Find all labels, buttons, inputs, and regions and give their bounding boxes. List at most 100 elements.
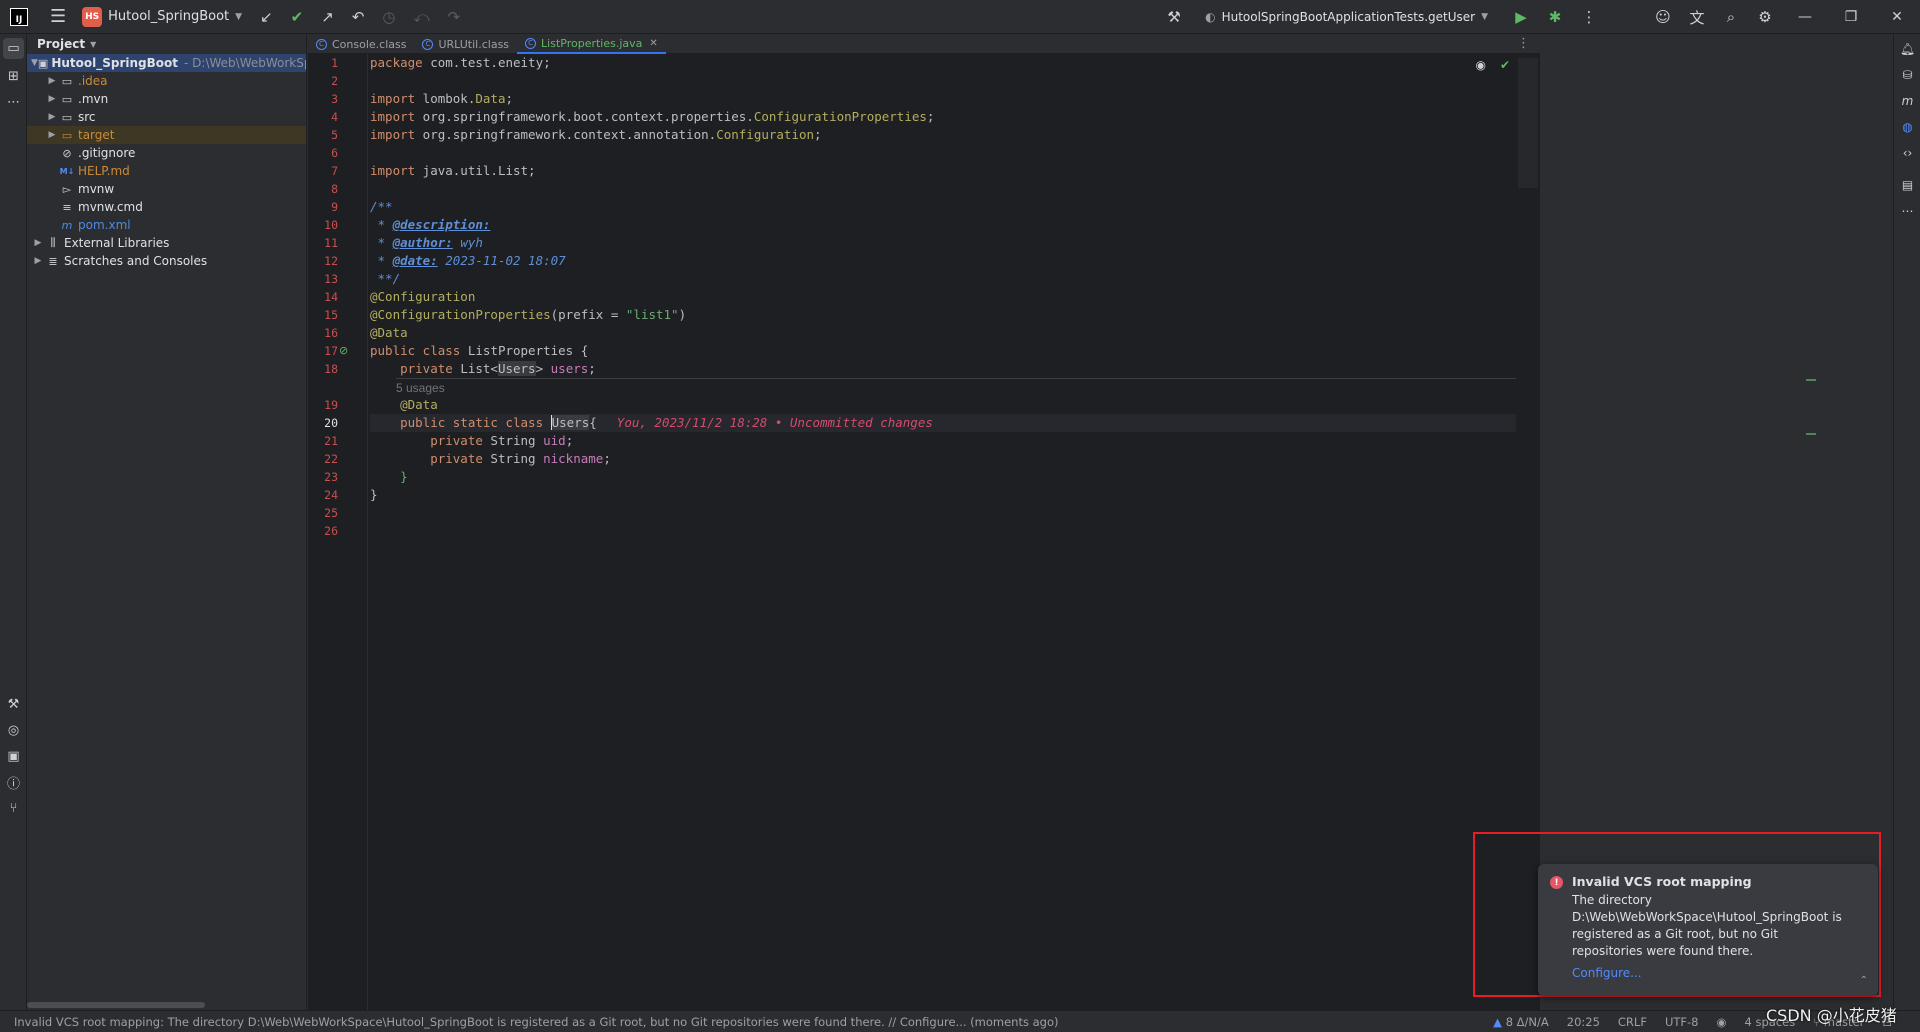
chevron-up-icon[interactable]: ⌃ xyxy=(1860,975,1868,986)
line-number[interactable]: 6 xyxy=(308,144,338,162)
more-horizontal-icon[interactable]: ⋯ xyxy=(1897,200,1918,221)
run-icon[interactable]: ▶ xyxy=(1504,8,1538,26)
tree-item-scratches[interactable]: ▶ ≣ Scratches and Consoles xyxy=(27,252,306,270)
close-icon[interactable]: ✕ xyxy=(1874,9,1920,25)
git-branch-icon[interactable]: ⑂ xyxy=(3,798,24,819)
chevron-right-icon[interactable]: ▶ xyxy=(45,76,59,86)
line-number[interactable]: 3 xyxy=(308,90,338,108)
more-horizontal-icon[interactable]: ⋯ xyxy=(3,92,24,113)
structure-icon[interactable]: ⊞ xyxy=(3,66,24,87)
problems-icon[interactable]: ⓘ xyxy=(3,772,24,793)
chevron-right-icon[interactable]: ▶ xyxy=(31,256,45,266)
line-number[interactable]: 7 xyxy=(308,162,338,180)
build-hammer-icon[interactable]: ⚒ xyxy=(1157,8,1191,26)
chevron-down-icon[interactable]: ▼ xyxy=(31,58,38,68)
tree-item-src[interactable]: ▶ ▭ src xyxy=(27,108,306,126)
line-number[interactable]: 23 xyxy=(308,468,338,486)
close-tab-icon[interactable]: ✕ xyxy=(649,38,657,49)
code-brackets-icon[interactable]: ‹› xyxy=(1897,142,1918,163)
chevron-right-icon[interactable]: ▶ xyxy=(31,238,45,248)
build-icon[interactable]: ⚒ xyxy=(3,694,24,715)
redo-icon[interactable]: ↷ xyxy=(448,8,461,26)
line-number[interactable]: 12 xyxy=(308,252,338,270)
usages-hint[interactable]: 5 usages xyxy=(396,378,1516,396)
maven-icon[interactable]: m xyxy=(1897,90,1918,111)
tree-item-mvn[interactable]: ▶ ▭ .mvn xyxy=(27,90,306,108)
vcs-commit-icon[interactable]: ✔ xyxy=(291,8,304,26)
line-number[interactable]: 19 xyxy=(308,396,338,414)
line-number[interactable]: 2 xyxy=(308,72,338,90)
rollback-icon[interactable]: ⤺ xyxy=(413,8,429,26)
tab-listproperties-java[interactable]: C ListProperties.java ✕ xyxy=(517,34,666,54)
line-number[interactable]: 16 xyxy=(308,324,338,342)
horizontal-scrollbar[interactable] xyxy=(27,1002,205,1008)
terminal-icon[interactable]: ▣ xyxy=(3,746,24,767)
vcs-update-icon[interactable]: ↙ xyxy=(260,8,273,26)
line-number[interactable]: 8 xyxy=(308,180,338,198)
gradle-elephant-icon[interactable]: ◍ xyxy=(1897,116,1918,137)
line-number[interactable]: 24 xyxy=(308,486,338,504)
line-number[interactable]: 9 xyxy=(308,198,338,216)
project-folder-icon[interactable]: ▭ xyxy=(3,38,24,59)
debug-icon[interactable]: ✱ xyxy=(1538,8,1572,26)
tab-urlutil-class[interactable]: C URLUtil.class xyxy=(414,34,517,54)
database-icon[interactable]: ⛁ xyxy=(1897,64,1918,85)
run-config-selector[interactable]: ◐ HutoolSpringBootApplicationTests.getUs… xyxy=(1205,10,1488,24)
user-icon[interactable]: ☺ xyxy=(1646,8,1680,26)
tree-item-help-md[interactable]: M↓ HELP.md xyxy=(27,162,306,180)
line-number[interactable]: 5 xyxy=(308,126,338,144)
hamburger-menu-icon[interactable]: ☰ xyxy=(50,6,66,27)
tree-item-root[interactable]: ▼ ▣ Hutool_SpringBoot - D:\Web\WebWorkSp… xyxy=(27,54,306,72)
line-number[interactable]: 26 xyxy=(308,522,338,540)
tree-item-idea[interactable]: ▶ ▭ .idea xyxy=(27,72,306,90)
inspection-ok-icon[interactable]: ✔ xyxy=(1500,58,1510,72)
ai-assistant-icon[interactable]: ▤ xyxy=(1897,174,1918,195)
minimize-icon[interactable]: — xyxy=(1782,9,1828,25)
notifications-bell-icon[interactable]: 🔔︎ xyxy=(1897,38,1918,59)
more-vertical-icon[interactable]: ⋮ xyxy=(1572,8,1606,26)
vcs-push-icon[interactable]: ↗ xyxy=(321,8,334,26)
configure-link[interactable]: Configure... xyxy=(1572,966,1866,980)
reader-mode-eye-icon[interactable]: ◉ xyxy=(1476,58,1486,72)
line-number[interactable]: 18 xyxy=(308,360,338,378)
tree-item-target[interactable]: ▶ ▭ target xyxy=(27,126,306,144)
class-run-marker-icon[interactable]: ⊘ xyxy=(339,344,351,357)
line-number[interactable]: 10 xyxy=(308,216,338,234)
caret-position[interactable]: 20:25 xyxy=(1567,1015,1600,1029)
file-encoding[interactable]: UTF-8 xyxy=(1665,1015,1699,1029)
tab-console-class[interactable]: C Console.class xyxy=(308,34,414,54)
tree-item-mvnw-cmd[interactable]: ≡ mvnw.cmd xyxy=(27,198,306,216)
undo-icon[interactable]: ↶ xyxy=(352,8,365,26)
line-number[interactable]: 22 xyxy=(308,450,338,468)
chevron-right-icon[interactable]: ▶ xyxy=(45,112,59,122)
line-number[interactable]: 20 xyxy=(308,414,338,432)
history-icon[interactable]: ◷ xyxy=(382,8,395,26)
line-number[interactable]: 21 xyxy=(308,432,338,450)
project-selector[interactable]: HS Hutool_SpringBoot ▼ xyxy=(82,6,242,27)
line-number[interactable]: 25 xyxy=(308,504,338,522)
tree-item-mvnw[interactable]: ▻ mvnw xyxy=(27,180,306,198)
line-number[interactable]: 15 xyxy=(308,306,338,324)
chevron-right-icon[interactable]: ▶ xyxy=(45,94,59,104)
project-panel-header[interactable]: Project ▼ xyxy=(27,34,306,54)
chevron-right-icon[interactable]: ▶ xyxy=(45,130,59,140)
tree-item-external-libraries[interactable]: ▶ ⫼ External Libraries xyxy=(27,234,306,252)
search-icon[interactable]: ⌕ xyxy=(1714,8,1748,26)
line-number[interactable]: 13 xyxy=(308,270,338,288)
intellij-logo-icon[interactable]: IJ xyxy=(10,7,28,26)
notification-balloon[interactable]: ! Invalid VCS root mapping The directory… xyxy=(1538,864,1878,996)
settings-gear-icon[interactable]: ⚙ xyxy=(1748,8,1782,26)
readonly-eye-icon[interactable]: ◉ xyxy=(1716,1015,1726,1029)
line-number[interactable]: 4 xyxy=(308,108,338,126)
line-separator[interactable]: CRLF xyxy=(1618,1015,1647,1029)
line-number[interactable]: 1 xyxy=(308,54,338,72)
inspection-widget[interactable]: ▲ 8 Δ/N/A xyxy=(1493,1015,1549,1029)
tree-item-pom-xml[interactable]: m pom.xml xyxy=(27,216,306,234)
line-number[interactable]: 14 xyxy=(308,288,338,306)
code-editor[interactable]: ⊘ 1 2 3 4 5 6 7 8 9 10 11 12 13 14 15 16 17 18 19 20 21 22 23 2… xyxy=(308,54,1816,1010)
status-message[interactable]: Invalid VCS root mapping: The directory … xyxy=(14,1015,1059,1029)
line-number[interactable]: 17 xyxy=(308,342,338,360)
translate-icon[interactable]: 文 xyxy=(1680,7,1714,28)
services-icon[interactable]: ◎ xyxy=(3,720,24,741)
restore-icon[interactable]: ❐ xyxy=(1828,9,1874,25)
